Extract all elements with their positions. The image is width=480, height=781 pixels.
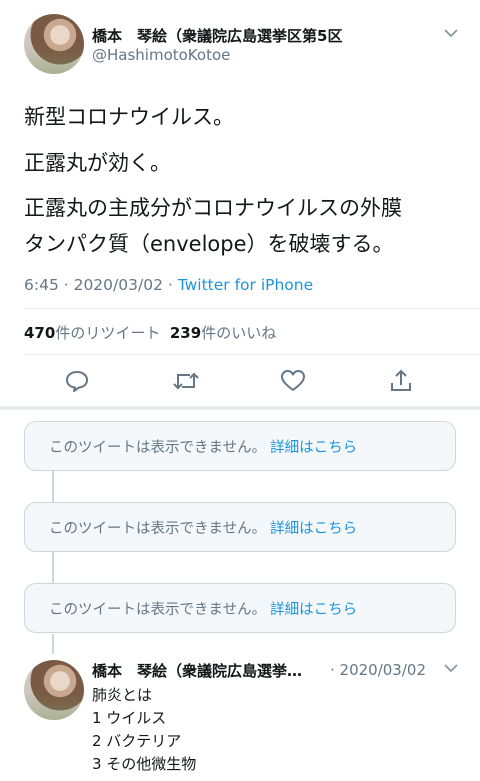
divider [24,308,480,309]
share-icon [391,369,411,391]
unavailable-message: このツイートは表示できません。 [49,601,267,618]
author-avatar[interactable] [24,14,84,74]
reply-text-line: 肺炎とは [92,686,153,704]
thread-line [52,470,54,502]
retweet-label[interactable]: 件のリツイート [55,324,160,342]
tweet-timestamp: 6:45 · 2020/03/02 · Twitter for iPhone [24,276,313,294]
heart-icon [281,370,305,391]
divider [24,354,480,355]
thread-line [52,634,54,654]
tweet-stats: 470件のリツイート 239件のいいね [24,322,276,343]
tweet-text-line: 正露丸の主成分がコロナウイルスの外膜 [24,196,402,220]
unavailable-tweet-card[interactable]: このツイートは表示できません。 詳細はこちら [24,583,456,633]
thread-line [52,552,54,584]
reply-author-avatar[interactable] [24,660,84,720]
like-label[interactable]: 件のいいね [201,324,276,342]
learn-more-link[interactable]: 詳細はこちら [270,598,357,619]
reply-text-line: 1 ウイルス [92,709,167,727]
author-handle[interactable]: @HashimotoKotoe [92,46,230,64]
like-count[interactable]: 239 [170,324,201,342]
unavailable-tweet-card[interactable]: このツイートは表示できません。 詳細はこちら [24,421,456,471]
tweet-source[interactable]: Twitter for iPhone [178,276,313,294]
share-button[interactable] [388,368,418,398]
tweet-text-line: タンパク質（envelope）を破壊する。 [24,232,394,256]
tweet-time-date[interactable]: 6:45 · 2020/03/02 · [24,276,178,294]
learn-more-link[interactable]: 詳細はこちら [270,517,357,538]
retweet-icon [173,372,199,390]
chevron-down-icon[interactable] [444,26,458,42]
unavailable-message: このツイートは表示できません。 [49,520,267,537]
tweet-text-line: 新型コロナウイルス。 [24,105,234,129]
retweet-button[interactable] [172,368,202,398]
author-name[interactable]: 橋本 琴絵（衆議院広島選挙区第5区 [92,25,342,46]
reply-button[interactable] [64,368,94,398]
chevron-down-icon[interactable] [444,661,458,677]
tweet-text-line: 正露丸が効く。 [24,151,171,175]
reply-date[interactable]: · 2020/03/02 [330,661,426,679]
comment-icon [66,371,88,392]
like-button[interactable] [280,368,310,398]
unavailable-message: このツイートは表示できません。 [49,439,267,456]
retweet-count[interactable]: 470 [24,324,55,342]
reply-author-name[interactable]: 橋本 琴絵（衆議院広島選挙… [92,660,302,681]
reply-text-line: 2 バクテリア [92,732,182,750]
divider [0,406,480,410]
unavailable-tweet-card[interactable]: このツイートは表示できません。 詳細はこちら [24,502,456,552]
learn-more-link[interactable]: 詳細はこちら [270,436,357,457]
reply-text-line: 3 その他微生物 [92,755,197,773]
